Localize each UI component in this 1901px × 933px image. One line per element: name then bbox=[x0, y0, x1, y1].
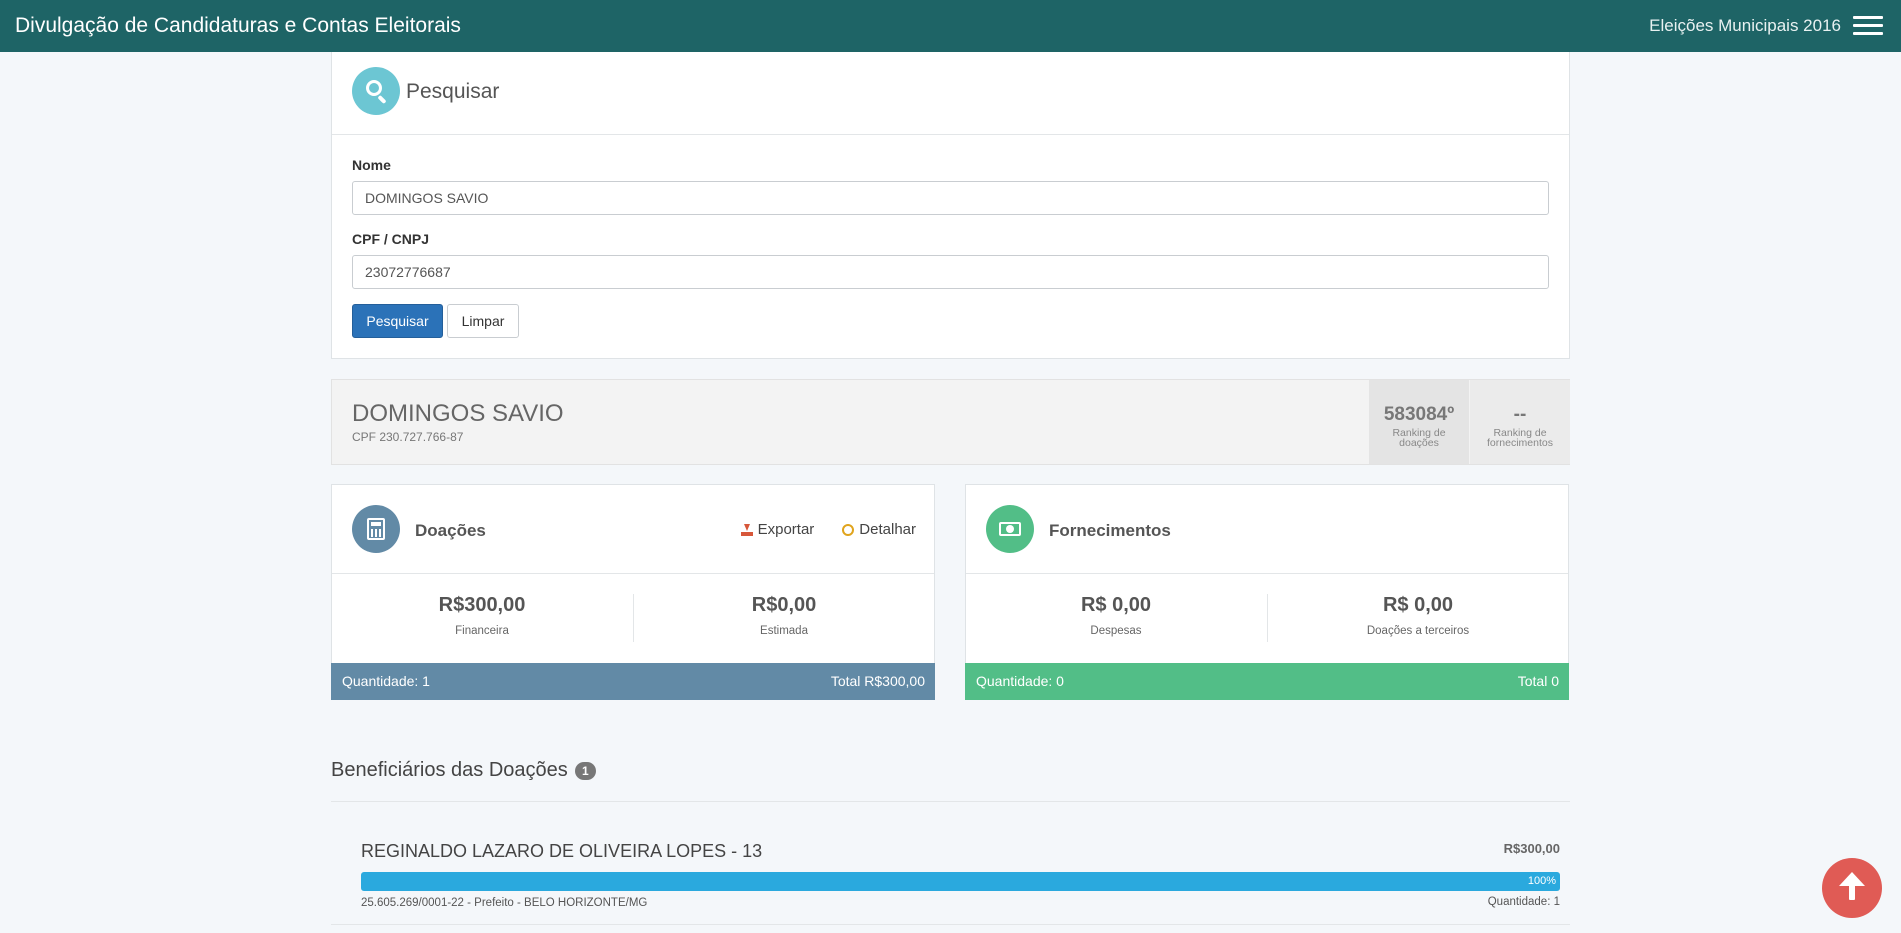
scroll-top-button[interactable] bbox=[1822, 858, 1882, 918]
search-header: Pesquisar bbox=[332, 52, 1569, 135]
ranking-donations-label: Ranking de doações bbox=[1392, 427, 1446, 449]
calculator-icon bbox=[352, 505, 400, 553]
beneficiary-quantity: Quantidade: 1 bbox=[1487, 896, 1560, 908]
beneficiary-amount: R$300,00 bbox=[1503, 841, 1560, 856]
beneficiaries-heading: Beneficiários das Doações 1 bbox=[331, 759, 596, 782]
cpf-input[interactable] bbox=[352, 255, 1549, 289]
ranking-donations-value: 583084º bbox=[1383, 404, 1455, 425]
circle-icon bbox=[842, 523, 855, 536]
third-party-value: R$ 0,00 bbox=[1382, 594, 1454, 616]
third-party-metric: R$ 0,00 Doações a terceiros bbox=[1268, 594, 1568, 637]
candidate-name: DOMINGOS SAVIO bbox=[352, 400, 564, 427]
top-navbar: Divulgação de Candidaturas e Contas Elei… bbox=[0, 0, 1901, 52]
expenses-label: Despesas bbox=[1090, 625, 1142, 637]
donations-title: Doações bbox=[415, 521, 486, 540]
download-icon bbox=[740, 523, 753, 536]
beneficiaries-title: Beneficiários das Doações bbox=[331, 759, 568, 781]
ranking-supplies: -- Ranking de fornecimentos bbox=[1470, 380, 1570, 464]
financial-metric: R$300,00 Financeira bbox=[332, 594, 632, 637]
ranking-donations: 583084º Ranking de doações bbox=[1369, 380, 1469, 464]
donations-actions: Exportar Detalhar bbox=[740, 521, 916, 538]
financial-label: Financeira bbox=[455, 625, 509, 637]
candidate-cpf: CPF 230.727.766-87 bbox=[352, 430, 464, 444]
supplies-quantity: Quantidade: 0 bbox=[976, 673, 1064, 689]
divider bbox=[331, 801, 1570, 802]
donations-total: Total R$300,00 bbox=[830, 673, 925, 689]
third-party-label: Doações a terceiros bbox=[1366, 625, 1470, 637]
search-title: Pesquisar bbox=[406, 80, 500, 103]
election-label: Eleições Municipais 2016 bbox=[1649, 16, 1841, 35]
supplies-footer: Quantidade: 0 Total 0 bbox=[965, 663, 1569, 700]
donations-card: Doações Exportar Detalhar R$300,00 Finan… bbox=[331, 484, 935, 700]
beneficiaries-count-badge: 1 bbox=[574, 761, 596, 780]
progress-fill: 100% bbox=[361, 872, 1560, 891]
supplies-body: R$ 0,00 Despesas R$ 0,00 Doações a terce… bbox=[966, 574, 1568, 663]
name-label: Nome bbox=[352, 157, 391, 173]
name-input[interactable] bbox=[352, 181, 1549, 215]
ranking-supplies-value: -- bbox=[1513, 404, 1527, 425]
estimated-label: Estimada bbox=[760, 625, 808, 637]
donations-body: R$300,00 Financeira R$0,00 Estimada bbox=[332, 574, 934, 663]
candidate-summary: DOMINGOS SAVIO CPF 230.727.766-87 583084… bbox=[331, 379, 1570, 465]
supplies-header: Fornecimentos bbox=[966, 485, 1568, 574]
site-brand[interactable]: Divulgação de Candidaturas e Contas Elei… bbox=[15, 14, 461, 38]
money-icon bbox=[986, 505, 1034, 553]
search-button[interactable]: Pesquisar bbox=[352, 304, 443, 338]
detail-link[interactable]: Detalhar bbox=[842, 521, 916, 538]
cpf-label: CPF / CNPJ bbox=[352, 231, 430, 247]
divider bbox=[331, 924, 1570, 925]
export-label: Exportar bbox=[757, 521, 815, 538]
donations-quantity: Quantidade: 1 bbox=[342, 673, 430, 689]
detail-label: Detalhar bbox=[859, 521, 916, 538]
clear-button[interactable]: Limpar bbox=[447, 304, 519, 338]
supplies-card: Fornecimentos R$ 0,00 Despesas R$ 0,00 D… bbox=[965, 484, 1569, 700]
donations-footer: Quantidade: 1 Total R$300,00 bbox=[331, 663, 935, 700]
navbar-right: Eleições Municipais 2016 bbox=[1649, 16, 1883, 36]
estimated-value: R$0,00 bbox=[751, 594, 817, 616]
search-icon bbox=[352, 67, 400, 115]
expenses-metric: R$ 0,00 Despesas bbox=[966, 594, 1266, 637]
supplies-title: Fornecimentos bbox=[1049, 521, 1171, 540]
financial-value: R$300,00 bbox=[438, 594, 526, 616]
beneficiary-progress: 100% bbox=[361, 872, 1560, 891]
estimated-metric: R$0,00 Estimada bbox=[634, 594, 934, 637]
menu-icon[interactable] bbox=[1853, 16, 1883, 36]
donations-header: Doações Exportar Detalhar bbox=[332, 485, 934, 574]
search-panel: Pesquisar Nome CPF / CNPJ Pesquisar Limp… bbox=[331, 52, 1570, 359]
beneficiary-name[interactable]: REGINALDO LAZARO DE OLIVEIRA LOPES - 13 bbox=[361, 841, 762, 862]
expenses-value: R$ 0,00 bbox=[1080, 594, 1152, 616]
export-link[interactable]: Exportar bbox=[740, 521, 815, 538]
ranking-supplies-label: Ranking de fornecimentos bbox=[1487, 427, 1553, 449]
beneficiary-info: 25.605.269/0001-22 - Prefeito - BELO HOR… bbox=[361, 897, 648, 909]
supplies-total: Total 0 bbox=[1517, 673, 1559, 689]
